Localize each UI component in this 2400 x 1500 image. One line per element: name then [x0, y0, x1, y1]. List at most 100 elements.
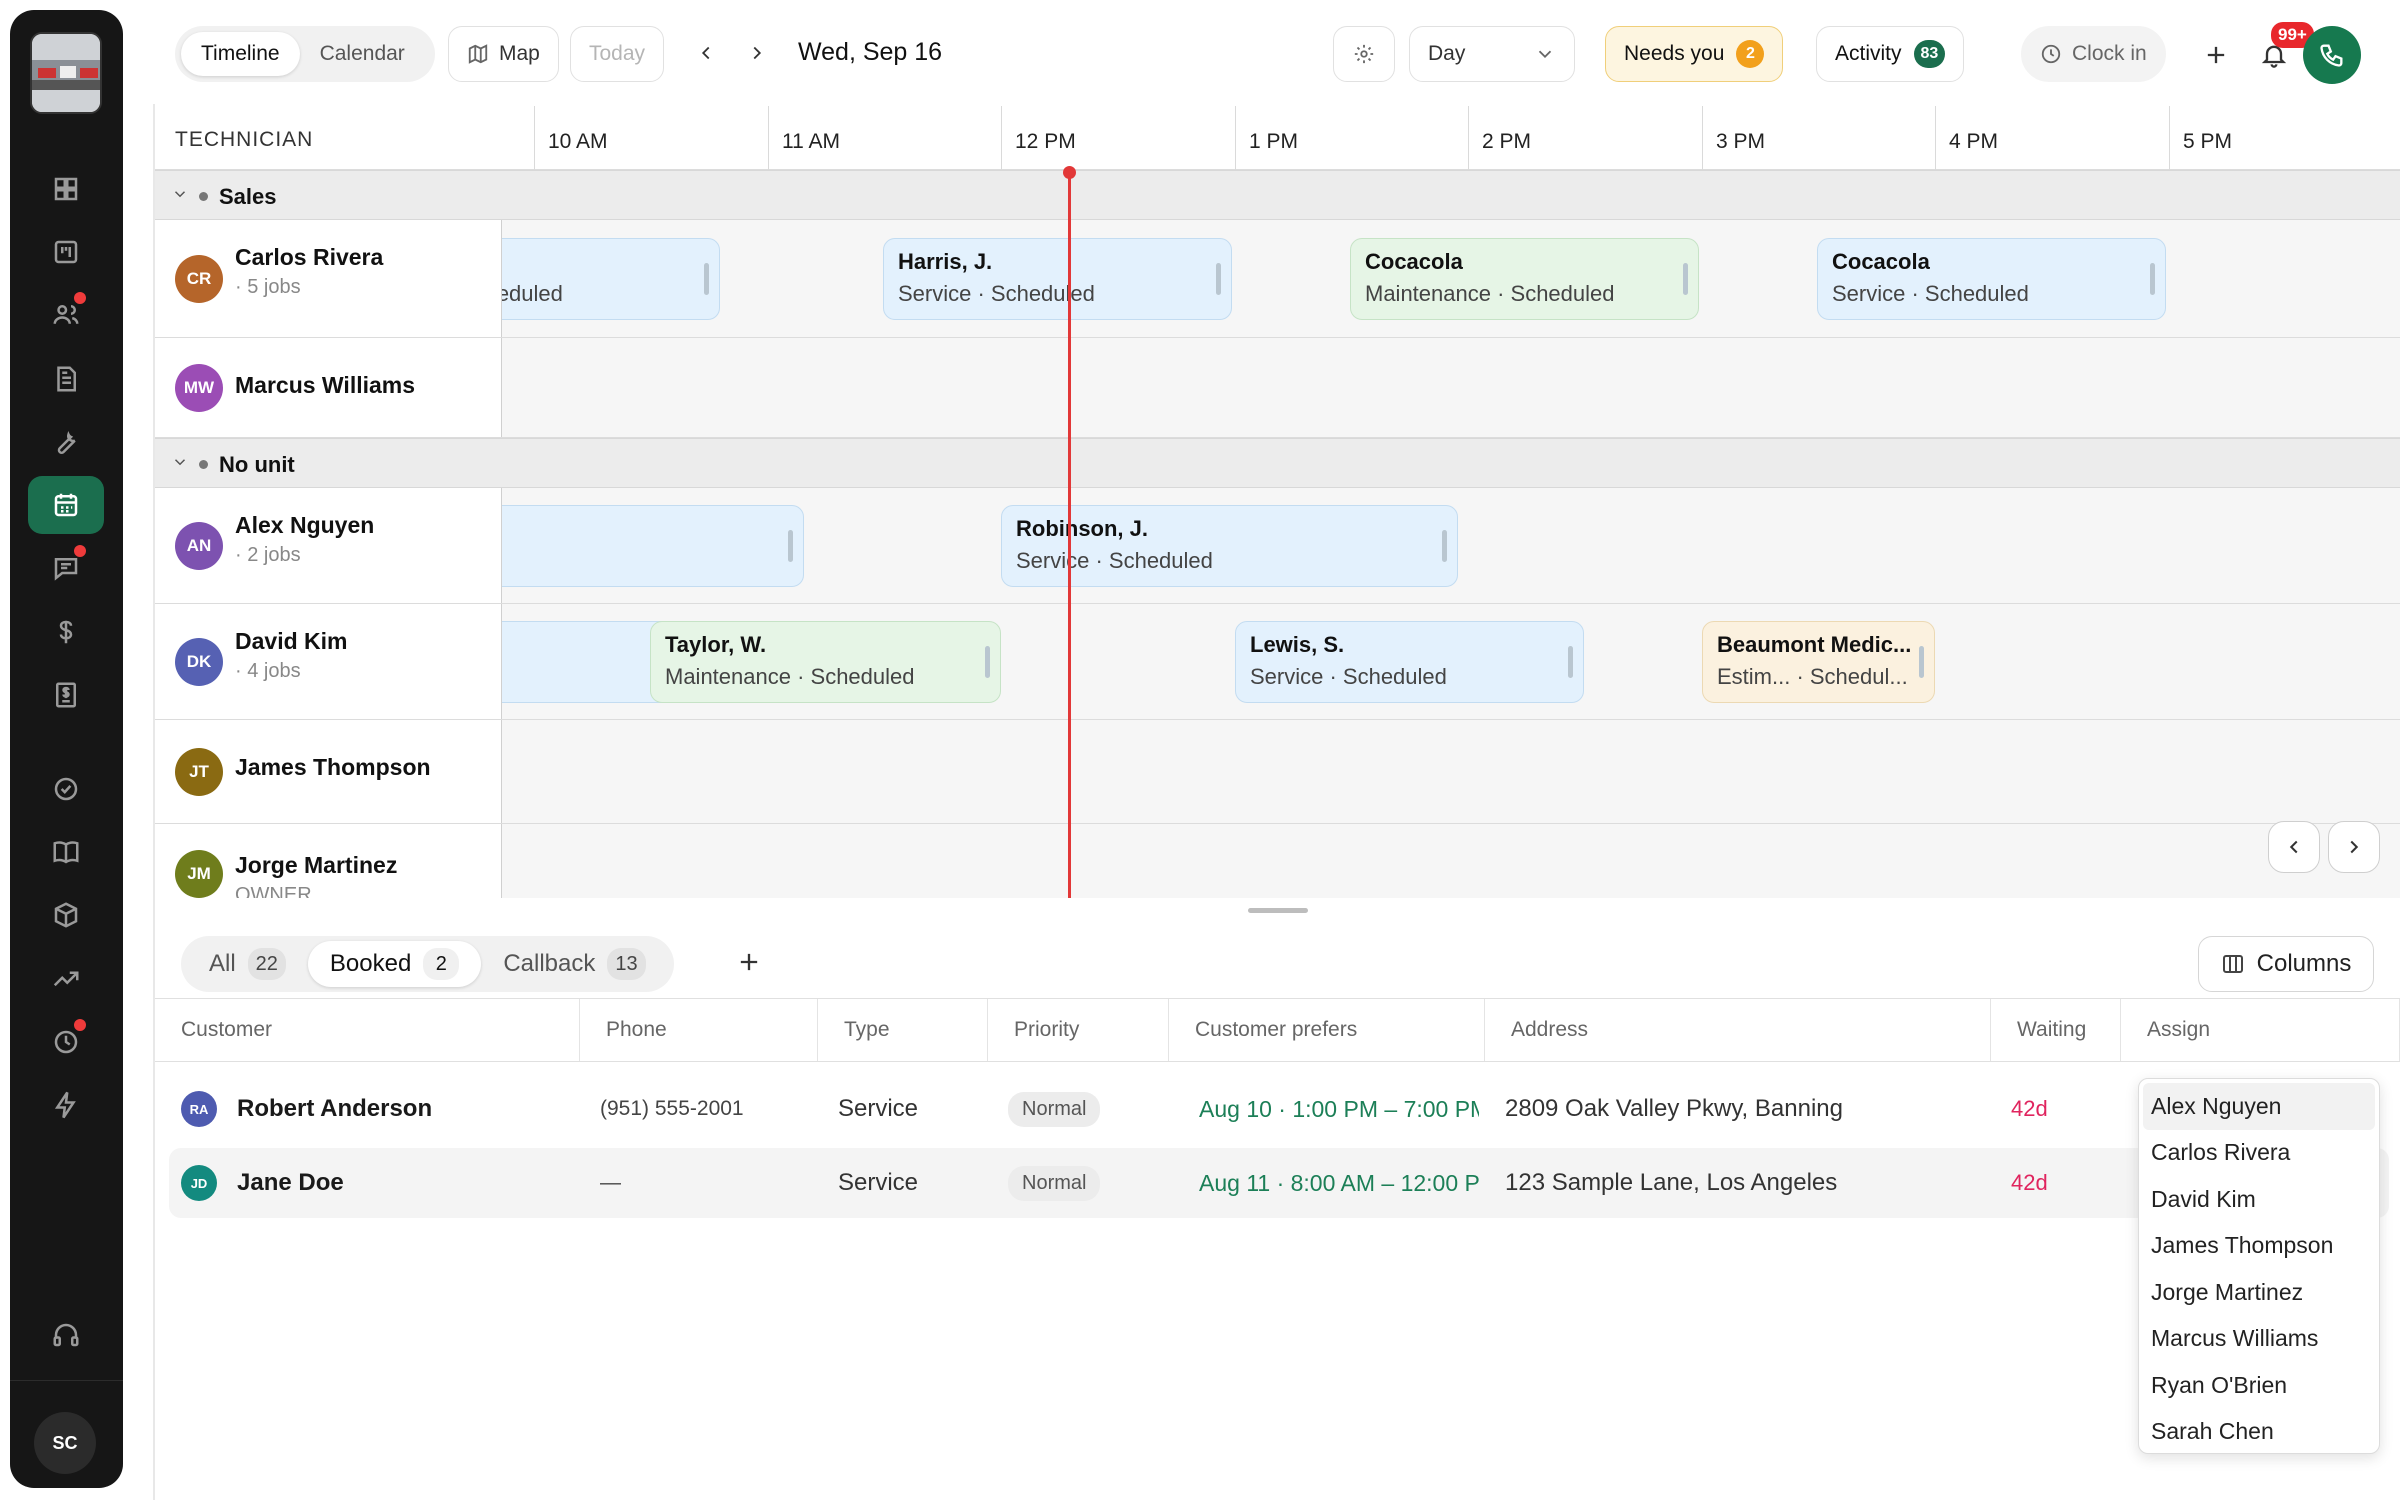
technician-cell[interactable]: CR Carlos Rivera · 5 jobs: [155, 220, 502, 337]
tab-booked[interactable]: Booked 2: [307, 941, 482, 987]
technician-cell[interactable]: JT James Thompson: [155, 720, 502, 823]
sidebar-item-board[interactable]: [28, 223, 104, 281]
assign-option[interactable]: Jorge Martinez: [2139, 1269, 2379, 1316]
chevron-down-icon[interactable]: [171, 453, 189, 476]
assign-option[interactable]: Ryan O'Brien: [2139, 1362, 2379, 1409]
job-card[interactable]: Harris, J. Service · Scheduled: [883, 238, 1232, 320]
sidebar-item-invoice[interactable]: [28, 666, 104, 724]
resize-grip[interactable]: [1683, 263, 1688, 295]
current-date: Wed, Sep 16: [798, 38, 943, 66]
job-card[interactable]: Beaumont Medic... Estim... · Schedul...: [1702, 621, 1935, 703]
resize-grip[interactable]: [704, 263, 709, 295]
sidebar-item-headset[interactable]: [28, 1306, 104, 1364]
clock-in-button[interactable]: Clock in: [2021, 26, 2166, 82]
sidebar-item-trend[interactable]: [28, 950, 104, 1008]
sidebar-item-chat[interactable]: [28, 539, 104, 597]
activity-button[interactable]: Activity 83: [1816, 26, 1965, 82]
user-avatar[interactable]: SC: [34, 1412, 96, 1474]
technician-cell[interactable]: MW Marcus Williams: [155, 338, 502, 437]
phone-button[interactable]: [2303, 26, 2361, 84]
notifications-button[interactable]: 99+: [2245, 22, 2314, 84]
group-dot: [199, 460, 208, 469]
tab-callback[interactable]: Callback 13: [481, 941, 667, 987]
panel-resize-handle[interactable]: [1248, 908, 1308, 913]
map-button[interactable]: Map: [448, 26, 559, 82]
job-card[interactable]: Lewis, S. Service · Scheduled: [1235, 621, 1584, 703]
technician-lane[interactable]: [502, 338, 2400, 437]
assign-option[interactable]: Alex Nguyen: [2143, 1083, 2375, 1130]
column-header[interactable]: Type: [818, 999, 988, 1061]
sidebar-item-wrench[interactable]: [28, 413, 104, 471]
column-header[interactable]: Customer: [155, 999, 580, 1061]
sidebar-item-calendar[interactable]: [28, 476, 104, 534]
sidebar-item-dashboard[interactable]: [28, 160, 104, 218]
add-button[interactable]: [2187, 26, 2245, 84]
assign-option[interactable]: Carlos Rivera: [2139, 1130, 2379, 1177]
document-icon: [57, 366, 76, 392]
settings-button[interactable]: [1333, 26, 1395, 82]
resize-grip[interactable]: [2150, 263, 2155, 295]
assign-option[interactable]: James Thompson: [2139, 1223, 2379, 1270]
resize-grip[interactable]: [1216, 263, 1221, 295]
range-select[interactable]: Day: [1409, 26, 1575, 82]
resize-grip[interactable]: [985, 646, 990, 678]
column-header[interactable]: Customer prefers: [1169, 999, 1485, 1061]
sidebar-item-dollar[interactable]: [28, 603, 104, 661]
resize-grip[interactable]: [1919, 646, 1924, 678]
assign-option[interactable]: Marcus Williams: [2139, 1316, 2379, 1363]
column-header[interactable]: Phone: [580, 999, 818, 1061]
assign-option[interactable]: Sarah Chen: [2139, 1409, 2379, 1456]
notification-dot: [74, 1019, 86, 1031]
group-row-1[interactable]: No unit: [155, 438, 2400, 488]
technician-lane[interactable]: [502, 824, 2400, 898]
prev-day-button[interactable]: [690, 36, 722, 70]
scroll-right-button[interactable]: [2328, 821, 2380, 873]
priority-badge: Normal: [1008, 1091, 1101, 1127]
sidebar-item-box[interactable]: [28, 886, 104, 944]
chevron-down-icon[interactable]: [171, 185, 189, 208]
job-title: Lewis, S.: [1250, 632, 1345, 657]
tab-timeline[interactable]: Timeline: [181, 32, 300, 76]
today-button[interactable]: Today: [570, 26, 665, 82]
assign-option[interactable]: David Kim: [2139, 1176, 2379, 1223]
sidebar-item-users[interactable]: [28, 286, 104, 344]
job-card[interactable]: Taylor, W. Maintenance · Scheduled: [650, 621, 1001, 703]
table-row[interactable]: RA Robert Anderson (951) 555-2001 Service No…: [169, 1074, 2389, 1144]
needs-you-button[interactable]: Needs you 2: [1605, 26, 1784, 82]
sidebar-item-document[interactable]: [28, 350, 104, 408]
tab-calendar[interactable]: Calendar: [300, 32, 425, 76]
columns-button[interactable]: Columns: [2198, 936, 2374, 992]
resize-grip[interactable]: [1568, 646, 1573, 678]
technician-cell[interactable]: DK David Kim · 4 jobs: [155, 604, 502, 719]
trend-icon: [53, 971, 79, 987]
company-logo[interactable]: [30, 32, 102, 114]
sidebar-item-check-circle[interactable]: [28, 760, 104, 818]
job-title: Taylor, W.: [665, 632, 767, 657]
resize-grip[interactable]: [788, 530, 793, 562]
job-card[interactable]: [455, 505, 804, 587]
job-card[interactable]: Cocacola Service · Scheduled: [1817, 238, 2166, 320]
hour-label: 2 PM: [1482, 130, 1532, 153]
column-header[interactable]: Address: [1485, 999, 1991, 1061]
column-header[interactable]: Priority: [988, 999, 1169, 1061]
column-header[interactable]: Assign: [2121, 999, 2400, 1061]
next-day-button[interactable]: [741, 36, 773, 70]
sidebar-item-bolt[interactable]: [28, 1076, 104, 1134]
add-tab-button[interactable]: [735, 948, 763, 981]
box-icon: [54, 902, 78, 928]
group-row-0[interactable]: Sales: [155, 170, 2400, 220]
chat-icon: [54, 558, 78, 581]
job-card[interactable]: Cocacola Maintenance · Scheduled: [1350, 238, 1699, 320]
technician-lane[interactable]: [502, 720, 2400, 823]
wrench-icon: [57, 430, 76, 455]
technician-cell[interactable]: AN Alex Nguyen · 2 jobs: [155, 488, 502, 603]
sidebar-item-clock[interactable]: [28, 1013, 104, 1071]
sidebar-item-book[interactable]: [28, 823, 104, 881]
resize-grip[interactable]: [1442, 530, 1447, 562]
scroll-left-button[interactable]: [2268, 821, 2320, 873]
needs-you-label: Needs you: [1624, 42, 1725, 65]
technician-cell[interactable]: JM Jorge Martinez OWNER: [155, 824, 502, 898]
table-row[interactable]: JD Jane Doe — Service Normal Aug 11 · 8:00 AM…: [169, 1148, 2389, 1218]
tab-all[interactable]: All 22: [187, 941, 308, 987]
column-header[interactable]: Waiting: [1991, 999, 2121, 1061]
